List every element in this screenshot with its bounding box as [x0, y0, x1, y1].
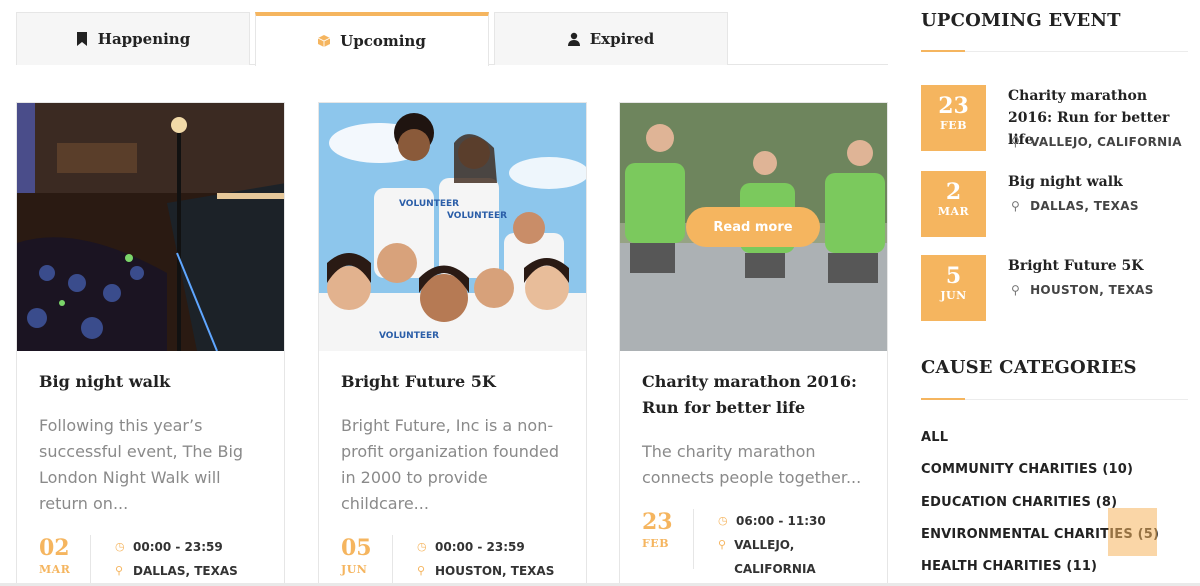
event-day: 5 [945, 263, 962, 289]
event-location-text: HOUSTON, TEXAS [1030, 283, 1154, 297]
category-link[interactable]: ALL [921, 430, 948, 445]
event-month: JUN [341, 563, 368, 576]
event-meta: 02 MAR ◷ 00:00 - 23:59 ⚲ DALLAS, TEXAS [39, 535, 274, 586]
heading-accent [921, 50, 965, 52]
event-excerpt: Following this year’s successful event, … [39, 416, 244, 513]
event-image[interactable] [17, 103, 284, 351]
event-location: ⚲ VALLEJO, CALIFORNIA [1011, 135, 1182, 149]
tab-happening[interactable]: Happening [16, 12, 250, 65]
map-pin-icon: ⚲ [1011, 199, 1021, 213]
event-date-box: 23 FEB [921, 85, 986, 151]
event-location: ⚲ DALLAS, TEXAS [1011, 199, 1139, 213]
read-more-button[interactable]: Read more [686, 207, 820, 247]
event-title-link[interactable]: Bright Future 5K [1008, 255, 1188, 277]
event-tabs: Happening Upcoming Expired [16, 12, 888, 66]
category-link[interactable]: EDUCATION CHARITIES (8) [921, 495, 1117, 510]
event-date-box: 2 MAR [921, 171, 986, 237]
event-excerpt: The charity marathon connects people tog… [642, 442, 862, 487]
event-image[interactable]: Read more [620, 103, 887, 351]
event-meta: 05 JUN ◷ 00:00 - 23:59 ⚲ HOUSTON, TEXAS [341, 535, 576, 586]
bookmark-icon [76, 32, 87, 46]
event-image[interactable]: VOLUNTEER VOLUNTEER VOLUNTEER [319, 103, 586, 351]
map-pin-icon: ⚲ [1011, 135, 1021, 149]
upcoming-event-item[interactable]: 2 MAR Big night walk ⚲ DALLAS, TEXAS [921, 171, 1188, 237]
svg-text:VOLUNTEER: VOLUNTEER [447, 211, 507, 221]
upcoming-event-item[interactable]: 23 FEB Charity marathon 2016: Run for be… [921, 85, 1188, 151]
event-date: 02 MAR [39, 535, 91, 586]
event-month: FEB [940, 119, 967, 132]
map-pin-icon: ⚲ [718, 538, 727, 551]
tab-upcoming[interactable]: Upcoming [255, 12, 489, 66]
user-icon [567, 32, 580, 46]
event-day: 23 [642, 509, 673, 535]
map-pin-icon: ⚲ [417, 564, 426, 577]
event-month: JUN [940, 289, 967, 302]
cause-categories-heading: CAUSE CATEGORIES [921, 357, 1137, 378]
event-time: 00:00 - 23:59 [133, 540, 223, 554]
event-title[interactable]: Charity marathon 2016: Run for better li… [620, 369, 887, 421]
event-location: DALLAS, TEXAS [133, 564, 238, 578]
clock-icon: ◷ [115, 540, 125, 553]
map-pin-icon: ⚲ [1011, 283, 1021, 297]
event-day: 2 [945, 179, 962, 205]
clock-icon: ◷ [718, 514, 728, 527]
event-excerpt: Bright Future, Inc is a non-profit organ… [341, 416, 560, 513]
event-date-box: 5 JUN [921, 255, 986, 321]
event-month: MAR [937, 205, 970, 218]
tab-expired[interactable]: Expired [494, 12, 728, 65]
clock-icon: ◷ [417, 540, 427, 553]
event-month: FEB [642, 537, 669, 550]
event-day: 23 [938, 93, 969, 119]
event-title[interactable]: Bright Future 5K [319, 369, 586, 395]
box-icon [318, 35, 331, 47]
event-location: ⚲ HOUSTON, TEXAS [1011, 283, 1154, 297]
category-link[interactable]: HEALTH CHARITIES (11) [921, 559, 1097, 574]
event-day: 02 [39, 535, 70, 561]
event-month: MAR [39, 563, 71, 576]
event-card[interactable]: Big night walk Following this year’s suc… [16, 102, 285, 586]
event-time: 00:00 - 23:59 [435, 540, 525, 554]
upcoming-event-heading: UPCOMING EVENT [921, 10, 1121, 31]
event-location-text: VALLEJO, CALIFORNIA [1030, 135, 1182, 149]
svg-text:VOLUNTEER: VOLUNTEER [379, 331, 439, 341]
category-link[interactable]: COMMUNITY CHARITIES (10) [921, 462, 1133, 477]
tab-expired-label: Expired [589, 30, 655, 48]
back-to-top-button[interactable] [1108, 508, 1157, 556]
event-time: 06:00 - 11:30 [736, 514, 826, 528]
event-date: 05 JUN [341, 535, 393, 586]
upcoming-event-item[interactable]: 5 JUN Bright Future 5K ⚲ HOUSTON, TEXAS [921, 255, 1188, 321]
svg-text:VOLUNTEER: VOLUNTEER [399, 199, 459, 209]
event-meta: 23 FEB ◷ 06:00 - 11:30 ⚲ VALLEJO, CALIFORN… [642, 509, 877, 576]
event-title-link[interactable]: Big night walk [1008, 171, 1188, 193]
tab-happening-label: Happening [97, 30, 191, 48]
event-location: HOUSTON, TEXAS [435, 564, 555, 578]
event-location-text: DALLAS, TEXAS [1030, 199, 1139, 213]
event-title[interactable]: Big night walk [17, 369, 284, 395]
event-card[interactable]: Read more Charity marathon 2016: Run for… [619, 102, 888, 586]
event-date: 23 FEB [642, 509, 694, 569]
event-card[interactable]: VOLUNTEER VOLUNTEER VOLUNTEER Bright Fut… [318, 102, 587, 586]
tab-upcoming-label: Upcoming [340, 32, 426, 50]
event-location: VALLEJO, CALIFORNIA [734, 538, 816, 576]
event-day: 05 [341, 535, 372, 561]
heading-accent [921, 398, 965, 400]
map-pin-icon: ⚲ [115, 564, 124, 577]
